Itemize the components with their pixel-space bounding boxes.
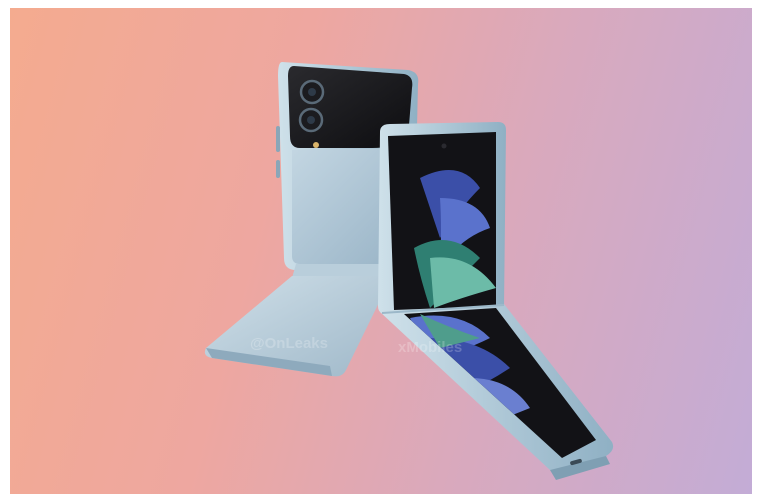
front-camera-icon: [441, 143, 447, 149]
power-button: [276, 160, 280, 178]
phones-illustration: @OnLeaks xMobiles: [204, 62, 614, 480]
product-photo: @OnLeaks xMobiles: [10, 8, 752, 494]
watermark-onleaks: @OnLeaks: [250, 335, 328, 352]
image-frame: @OnLeaks xMobiles: [0, 0, 762, 502]
lower-panel: [204, 276, 392, 377]
watermark-xmobiles: xMobiles: [398, 339, 462, 356]
flash-icon: [313, 142, 319, 148]
front-phone: [378, 122, 614, 480]
volume-button: [276, 126, 280, 152]
